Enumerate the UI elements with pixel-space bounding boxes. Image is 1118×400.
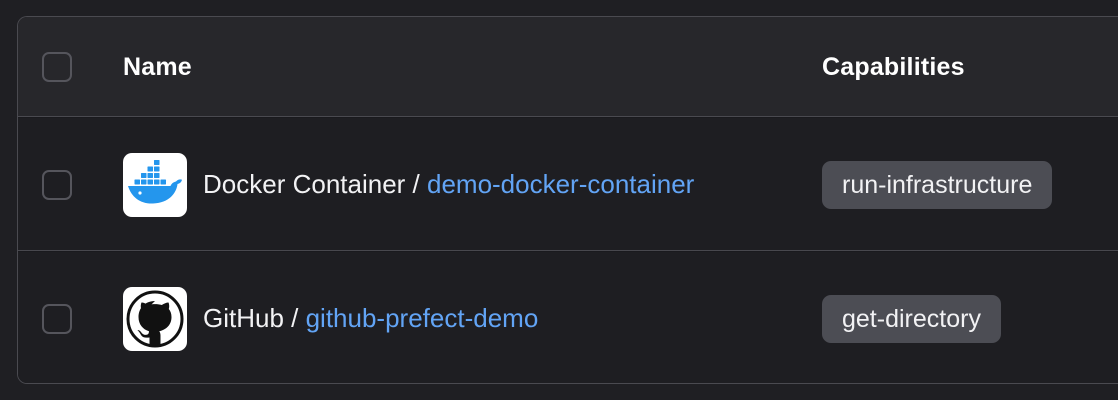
table-header-row: Name Capabilities: [18, 17, 1118, 117]
table-row: GitHub / github-prefect-demo get-directo…: [18, 252, 1118, 383]
block-type-label: Docker Container: [203, 169, 406, 199]
select-all-checkbox[interactable]: [42, 52, 72, 82]
capability-badge: get-directory: [822, 295, 1001, 343]
title-separator: /: [283, 303, 306, 333]
row-checkbox[interactable]: [42, 304, 72, 334]
row-checkbox[interactable]: [42, 170, 72, 200]
block-name-link[interactable]: github-prefect-demo: [306, 303, 539, 333]
block-title: Docker Container / demo-docker-container: [203, 169, 694, 200]
block-type-label: GitHub: [203, 303, 284, 333]
github-octocat-icon: [123, 287, 187, 351]
column-header-name[interactable]: Name: [123, 53, 192, 82]
column-header-capabilities[interactable]: Capabilities: [822, 53, 965, 82]
table-row: Docker Container / demo-docker-container…: [18, 118, 1118, 251]
title-separator: /: [405, 169, 427, 199]
capability-badge: run-infrastructure: [822, 161, 1053, 209]
docker-whale-icon: [123, 153, 187, 217]
blocks-table: Name Capabilities Docker Container / dem…: [17, 16, 1118, 384]
block-title: GitHub / github-prefect-demo: [203, 303, 538, 334]
block-name-link[interactable]: demo-docker-container: [427, 169, 694, 199]
